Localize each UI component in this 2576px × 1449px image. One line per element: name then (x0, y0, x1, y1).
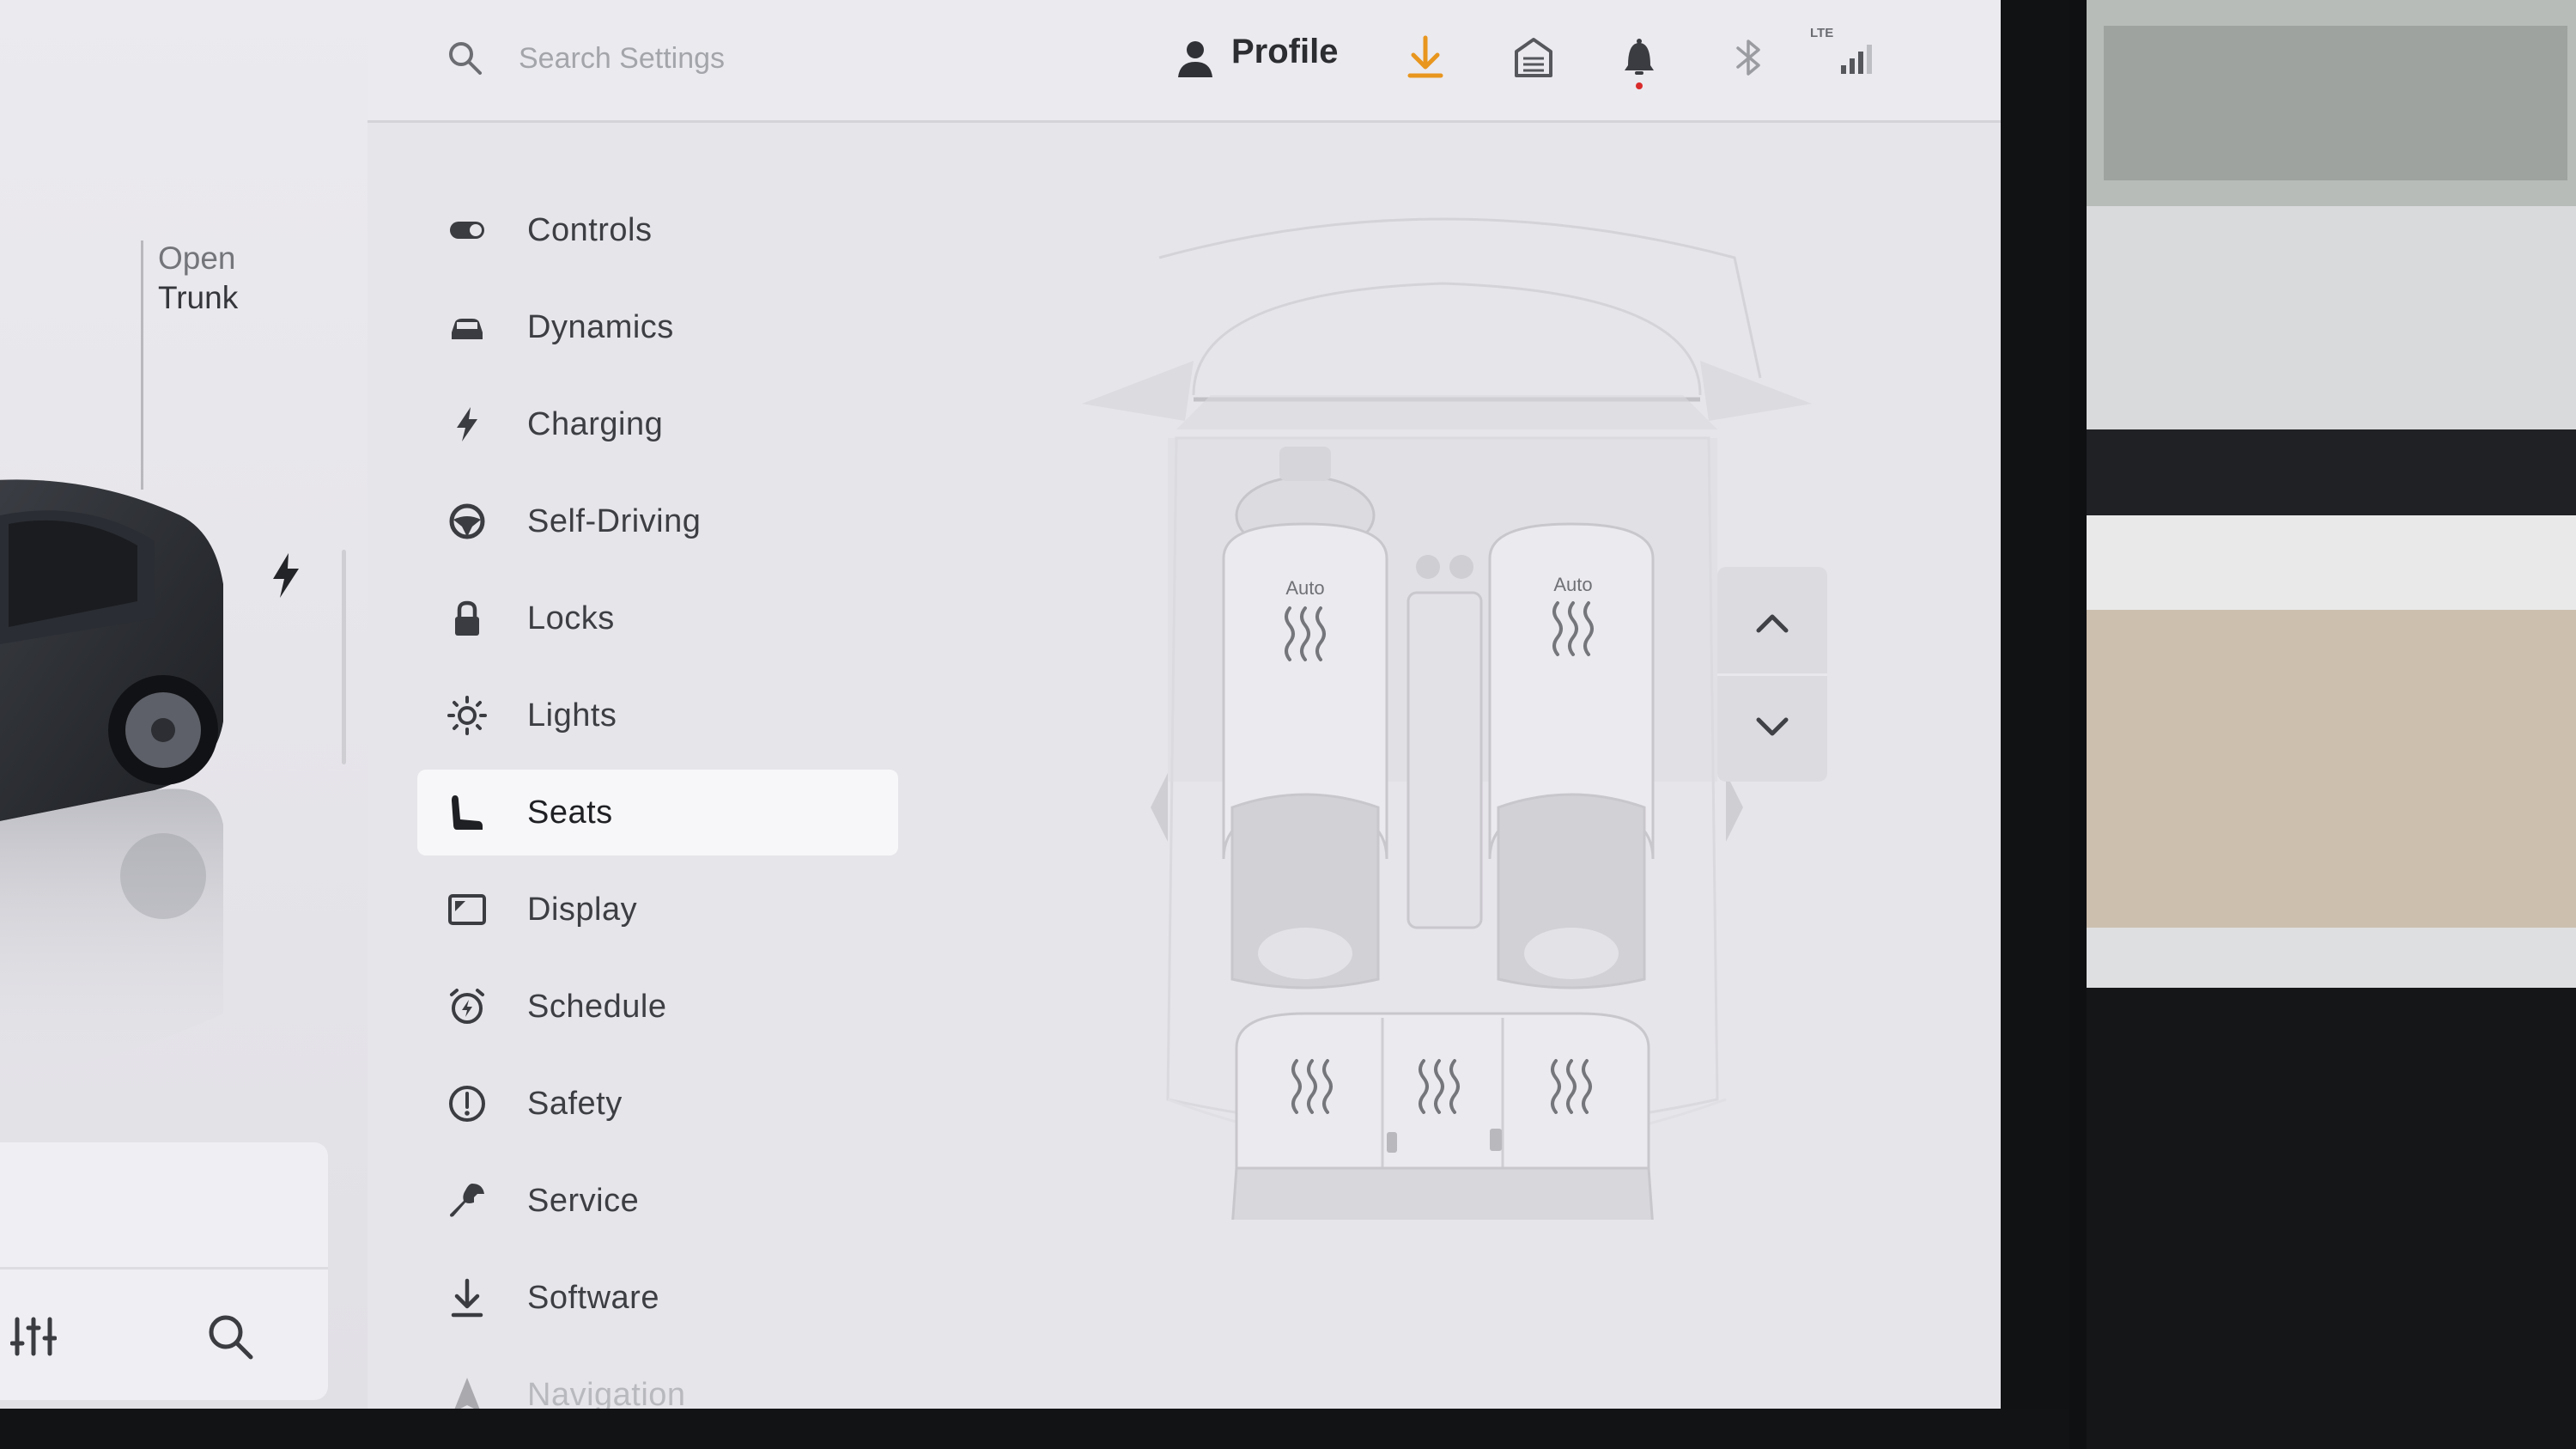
lightning-icon (273, 553, 299, 598)
equalizer-icon[interactable] (10, 1314, 57, 1359)
car-render-image (0, 479, 223, 1081)
profile-button[interactable]: Profile (1231, 33, 1338, 71)
nav-item-controls[interactable]: Controls (417, 187, 898, 273)
nav-label-software: Software (527, 1279, 659, 1316)
nav-item-schedule[interactable]: Schedule (417, 964, 898, 1050)
toggle-icon (450, 222, 484, 239)
nav-label-lights: Lights (527, 697, 617, 734)
search-settings-input[interactable] (517, 31, 1036, 86)
nav-label-display: Display (527, 891, 638, 928)
nav-label-dynamics: Dynamics (527, 308, 674, 345)
nav-item-seats[interactable]: Seats (417, 770, 898, 855)
screen-bezel-bottom (0, 1409, 2104, 1449)
sun-icon (447, 696, 487, 735)
trunk-label: Trunk (158, 280, 239, 315)
nav-item-service[interactable]: Service (417, 1158, 898, 1244)
profile-icon[interactable] (1175, 38, 1216, 79)
seat-icon (452, 795, 483, 830)
nav-label-self-driving: Self-Driving (527, 502, 702, 539)
passenger-seat-auto-label: Auto (1553, 574, 1592, 595)
alert-circle-icon (449, 1086, 485, 1122)
nav-item-locks[interactable]: Locks (417, 575, 898, 661)
lock-icon (455, 600, 479, 636)
nav-item-display[interactable]: Display (417, 867, 898, 953)
download-icon (451, 1278, 483, 1318)
nav-label-safety: Safety (527, 1085, 623, 1122)
nav-label-controls: Controls (527, 211, 653, 248)
wrench-icon (450, 1184, 484, 1217)
open-trunk-button[interactable]: Open Trunk (158, 239, 238, 318)
trunk-indicator-line (141, 240, 143, 490)
nav-item-charging[interactable]: Charging (417, 381, 898, 467)
nav-label-service: Service (527, 1182, 640, 1219)
cellular-signal-icon: LTE (1810, 26, 1879, 77)
lte-label: LTE (1810, 26, 1834, 40)
garage-icon[interactable] (1513, 36, 1554, 77)
nav-item-dynamics[interactable]: Dynamics (417, 284, 898, 370)
display-icon (448, 894, 486, 925)
bluetooth-icon[interactable] (1733, 34, 1764, 81)
nav-label-navigation: Navigation (527, 1376, 686, 1409)
panel-resize-handle[interactable] (342, 550, 346, 764)
nav-label-charging: Charging (527, 405, 664, 442)
download-icon[interactable] (1406, 34, 1444, 81)
car-interior-background-image (2069, 0, 2576, 1449)
chevron-up-icon[interactable] (1747, 598, 1798, 649)
nav-item-safety[interactable]: Safety (417, 1061, 898, 1147)
steering-wheel-icon (449, 503, 485, 539)
search-icon[interactable] (447, 40, 483, 76)
trunk-open-label: Open (158, 240, 236, 276)
chevron-down-icon[interactable] (1747, 701, 1798, 752)
alarm-clock-icon (450, 989, 484, 1024)
car-icon (452, 319, 483, 339)
nav-item-lights[interactable]: Lights (417, 673, 898, 758)
arrow-divider (1717, 673, 1827, 676)
navigation-arrow-icon (454, 1378, 480, 1409)
nav-item-self-driving[interactable]: Self-Driving (417, 478, 898, 564)
lightning-icon (457, 407, 477, 441)
car-view-panel: Open Trunk (0, 0, 368, 1409)
touchscreen: Open Trunk Search Settings Profile LTE C… (0, 0, 2001, 1409)
nav-label-locks: Locks (527, 600, 615, 636)
status-bar: Profile LTE (368, 0, 2001, 123)
bell-icon[interactable] (1621, 34, 1657, 91)
nav-item-software[interactable]: Software (417, 1255, 898, 1341)
card-divider (0, 1267, 328, 1269)
nav-item-navigation[interactable]: Navigation (417, 1352, 898, 1409)
nav-label-seats: Seats (527, 794, 613, 831)
driver-seat-auto-label: Auto (1285, 577, 1324, 599)
nav-label-schedule: Schedule (527, 988, 667, 1025)
media-card (0, 1142, 328, 1400)
search-icon[interactable] (206, 1312, 254, 1361)
seat-scroll-control (1717, 567, 1827, 782)
settings-nav: Controls Dynamics Charging Self-Driving (417, 187, 898, 1409)
